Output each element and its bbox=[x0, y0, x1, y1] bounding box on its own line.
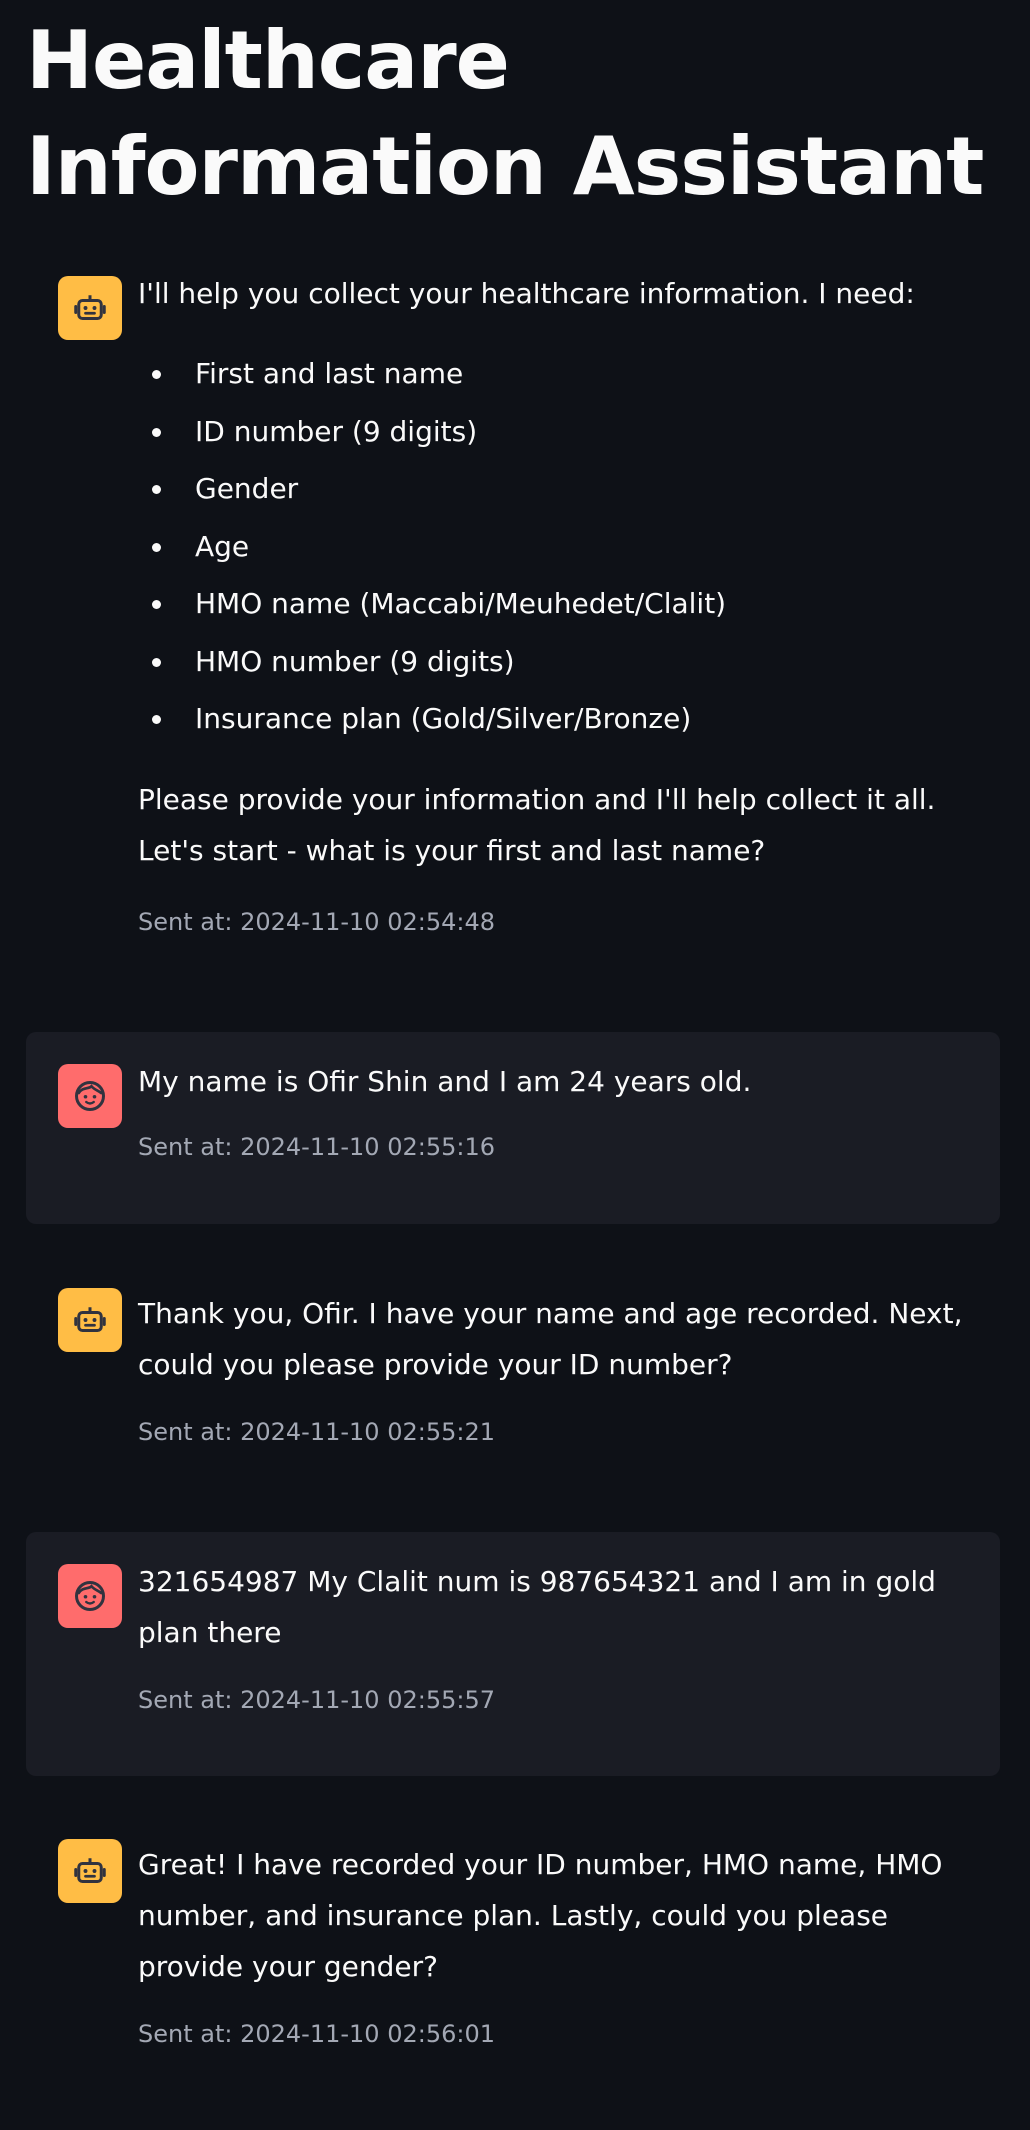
list-item: Gender bbox=[152, 460, 986, 518]
list-item: First and last name bbox=[152, 345, 986, 403]
message-timestamp: Sent at: 2024-11-10 02:55:16 bbox=[138, 1133, 495, 1161]
requirements-list: First and last name ID number (9 digits)… bbox=[138, 345, 986, 748]
message-content: 321654987 My Clalit num is 987654321 and… bbox=[138, 1556, 986, 1720]
user-avatar bbox=[58, 1564, 122, 1628]
list-item: HMO name (Maccabi/Meuhedet/Clalit) bbox=[152, 575, 986, 633]
message-text: Please provide your information and I'll… bbox=[138, 782, 936, 867]
robot-icon bbox=[74, 295, 106, 320]
assistant-avatar bbox=[58, 1839, 122, 1903]
chat-message-assistant: Thank you, Ofir. I have your name and ag… bbox=[26, 1264, 1000, 1480]
list-item: ID number (9 digits) bbox=[152, 403, 986, 461]
user-avatar bbox=[58, 1064, 122, 1128]
message-timestamp: Sent at: 2024-11-10 02:54:48 bbox=[138, 907, 495, 936]
chat-message-assistant: I'll help you collect your healthcare in… bbox=[26, 268, 1000, 968]
message-text: I'll help you collect your healthcare in… bbox=[138, 277, 915, 310]
list-item: Age bbox=[152, 518, 986, 576]
list-item: HMO number (9 digits) bbox=[152, 633, 986, 691]
face-icon bbox=[75, 1581, 105, 1611]
chat-message-user: 321654987 My Clalit num is 987654321 and… bbox=[26, 1532, 1000, 1776]
assistant-avatar bbox=[58, 276, 122, 340]
chat-message-assistant: Great! I have recorded your ID number, H… bbox=[26, 1815, 1000, 2085]
message-timestamp: Sent at: 2024-11-10 02:56:01 bbox=[138, 2020, 495, 2048]
message-timestamp: Sent at: 2024-11-10 02:55:21 bbox=[138, 1418, 495, 1446]
list-item: Insurance plan (Gold/Silver/Bronze) bbox=[152, 690, 986, 748]
page-title: Healthcare Information Assistant bbox=[26, 14, 984, 213]
assistant-avatar bbox=[58, 1288, 122, 1352]
chat-message-user: My name is Ofir Shin and I am 24 years o… bbox=[26, 1032, 1000, 1224]
message-content: Great! I have recorded your ID number, H… bbox=[138, 1839, 986, 2054]
message-text: Thank you, Ofir. I have your name and ag… bbox=[138, 1297, 963, 1381]
robot-icon bbox=[74, 1307, 106, 1332]
message-timestamp: Sent at: 2024-11-10 02:55:57 bbox=[138, 1686, 495, 1714]
message-text: 321654987 My Clalit num is 987654321 and… bbox=[138, 1565, 936, 1649]
message-content: Thank you, Ofir. I have your name and ag… bbox=[138, 1288, 986, 1452]
face-icon bbox=[75, 1081, 105, 1111]
message-text: My name is Ofir Shin and I am 24 years o… bbox=[138, 1065, 752, 1098]
chat-page: Healthcare Information Assistant I'll he… bbox=[0, 0, 1030, 2130]
message-text: Great! I have recorded your ID number, H… bbox=[138, 1848, 943, 1983]
message-content: My name is Ofir Shin and I am 24 years o… bbox=[138, 1056, 986, 1167]
message-content: I'll help you collect your healthcare in… bbox=[138, 268, 986, 942]
robot-icon bbox=[74, 1858, 106, 1883]
